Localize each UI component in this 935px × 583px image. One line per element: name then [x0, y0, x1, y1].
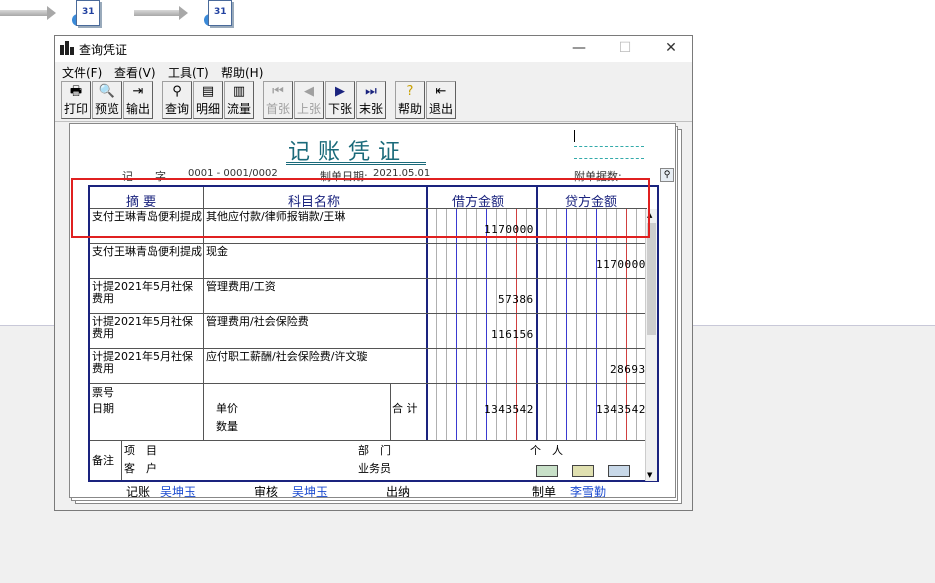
tools-icon[interactable] [608, 465, 630, 477]
maker-name: 李雪勤 [570, 485, 607, 498]
menu-file[interactable]: 文件(F) [62, 64, 102, 81]
customer-label: 客 户 [124, 462, 157, 475]
calendar-icon[interactable]: 31 [72, 0, 106, 30]
salesperson-label: 业务员 [358, 462, 391, 475]
total-credit: 1343542 [596, 403, 646, 416]
title-bar: 查询凭证 — ☐ ✕ [55, 36, 692, 62]
menu-help[interactable]: 帮助(H) [221, 64, 263, 81]
photo-icon[interactable] [572, 465, 594, 477]
scroll-thumb[interactable] [647, 223, 656, 335]
row-account[interactable]: 应付职工薪酬/社会保险费/许文璇 [206, 351, 367, 363]
flow-arrow [0, 6, 56, 20]
exit-icon: ⇤ [435, 84, 447, 99]
row-credit[interactable]: 1170000 [596, 258, 646, 271]
query-button[interactable]: ⚲ 查询 [162, 81, 192, 119]
last-page-icon: ⏭ [365, 84, 377, 99]
next-page-icon: ▶ [335, 84, 345, 99]
total-debit: 1343542 [484, 403, 534, 416]
minimize-button[interactable]: — [556, 36, 602, 62]
row-summary[interactable]: 计提2021年5月社保费用 [92, 281, 202, 305]
printer-icon: 🖶 [69, 84, 83, 99]
remark-label: 备注 [92, 454, 114, 467]
detail-button[interactable]: ▤ 明细 [193, 81, 223, 119]
query-voucher-window: 查询凭证 — ☐ ✕ 文件(F) 查看(V) 工具(T) 帮助(H) 🖶 打印 🔍… [54, 35, 693, 511]
person-label: 个 人 [530, 444, 563, 457]
flow-strip: 31 31 [0, 0, 935, 34]
scroll-down-icon[interactable]: ▼ [647, 471, 652, 479]
help-button[interactable]: ? 帮助 [395, 81, 425, 119]
first-page-icon: ⏮ [272, 84, 284, 99]
preview-icon: 🔍 [98, 84, 116, 99]
window-title: 查询凭证 [79, 43, 128, 57]
menu-view[interactable]: 查看(V) [114, 64, 156, 81]
row-summary[interactable]: 计提2021年5月社保费用 [92, 351, 202, 375]
row-debit[interactable]: 116156 [491, 328, 534, 341]
help-icon: ? [406, 84, 414, 99]
next-button[interactable]: ▶ 下张 [325, 81, 355, 119]
export-button[interactable]: ⇥ 输出 [123, 81, 153, 119]
cashier-label: 出纳 [386, 485, 411, 498]
print-button[interactable]: 🖶 打印 [61, 81, 91, 119]
maker-label: 制单 [532, 485, 557, 498]
prev-page-icon: ◀ [304, 84, 314, 99]
quantity-label: 数量 [216, 420, 238, 433]
menu-bar: 文件(F) 查看(V) 工具(T) 帮助(H) [55, 62, 692, 80]
reviewer-name: 吴坤玉 [292, 485, 329, 498]
bookkeeper-label: 记账 [126, 485, 151, 498]
bookkeeper-name: 吴坤玉 [160, 485, 197, 498]
row-account[interactable]: 管理费用/工资 [206, 281, 276, 293]
binoculars-icon: ⚲ [172, 84, 182, 99]
row-debit[interactable]: 57386 [498, 293, 534, 306]
menu-tools[interactable]: 工具(T) [168, 64, 209, 81]
unit-price-label: 单价 [216, 402, 238, 415]
first-button[interactable]: ⏮ 首张 [263, 81, 293, 119]
preview-button[interactable]: 🔍 预览 [92, 81, 122, 119]
flow-arrow [134, 6, 188, 20]
flow-button[interactable]: ▥ 流量 [224, 81, 254, 119]
highlight-box [71, 178, 650, 238]
ticket-no-label: 票号 [92, 386, 114, 399]
prev-button[interactable]: ◀ 上张 [294, 81, 324, 119]
project-label: 项 目 [124, 444, 157, 457]
row-summary[interactable]: 计提2021年5月社保费用 [92, 316, 202, 340]
total-label: 合 计 [392, 402, 418, 415]
card-icon[interactable] [536, 465, 558, 477]
exit-button[interactable]: ⇤ 退出 [426, 81, 456, 119]
toolbar: 🖶 打印 🔍 预览 ⇥ 输出 ⚲ 查询 ▤ 明细 ▥ 流量 ⏮ 首张 ◀ 上张 ▶ 下张 ⏭ 末张 … [55, 80, 692, 122]
maximize-button[interactable]: ☐ [602, 36, 648, 62]
reviewer-label: 审核 [254, 485, 279, 498]
export-icon: ⇥ [132, 84, 144, 99]
department-label: 部 门 [358, 444, 391, 457]
row-account[interactable]: 现金 [206, 246, 228, 258]
cashflow-icon: ▥ [232, 84, 246, 99]
vertical-scrollbar[interactable]: ▲ ▼ [645, 209, 657, 481]
app-icon [60, 41, 74, 55]
row-account[interactable]: 管理费用/社会保险费 [206, 316, 309, 328]
search-icon[interactable]: ⚲ [660, 168, 674, 182]
date-field-label: 日期 [92, 402, 114, 415]
last-button[interactable]: ⏭ 末张 [356, 81, 386, 119]
row-credit[interactable]: 28693 [610, 363, 646, 376]
calendar-icon[interactable]: 31 [204, 0, 238, 30]
ledger-icon: ▤ [201, 84, 215, 99]
row-summary[interactable]: 支付王琳青岛便利提成 [92, 246, 202, 258]
close-button[interactable]: ✕ [648, 36, 694, 62]
